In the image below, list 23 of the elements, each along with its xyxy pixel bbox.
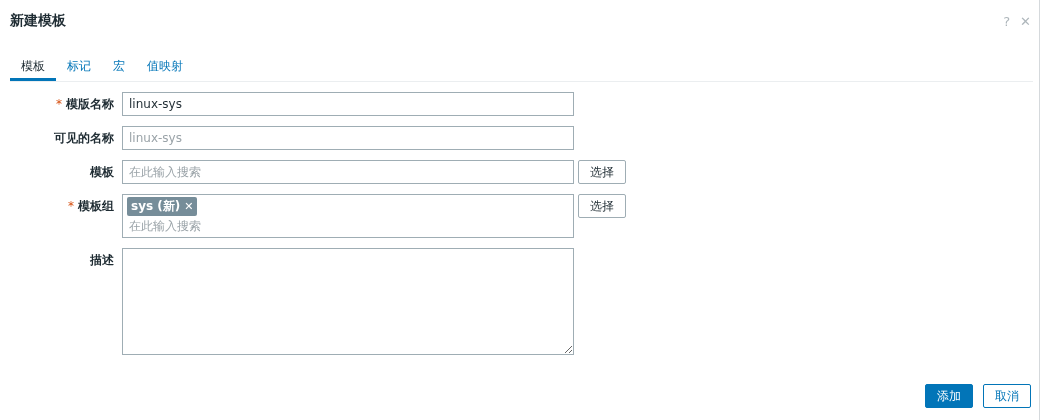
- multiselect-field[interactable]: 在此输入搜索: [122, 160, 574, 184]
- field-label: 描述: [90, 251, 114, 269]
- field-label: 模版名称: [66, 95, 114, 113]
- field-label: 可见的名称: [54, 129, 114, 147]
- required-asterisk-icon: *: [68, 199, 74, 213]
- field-label: 模板: [90, 163, 114, 181]
- required-asterisk-icon: *: [56, 97, 62, 111]
- tab[interactable]: 标记: [56, 55, 102, 81]
- select-button[interactable]: 选择: [578, 160, 626, 184]
- add-button[interactable]: 添加: [925, 384, 973, 408]
- tag-label: sys (新): [131, 198, 181, 215]
- text-field[interactable]: linux-sys: [122, 126, 574, 150]
- field-label: 模板组: [78, 197, 114, 215]
- cancel-button[interactable]: 取消: [983, 384, 1031, 408]
- text-field[interactable]: linux-sys: [122, 92, 574, 116]
- tab[interactable]: 模板: [10, 55, 56, 81]
- dialog-title: 新建模板: [10, 12, 66, 30]
- description-field[interactable]: [122, 248, 574, 355]
- select-button[interactable]: 选择: [578, 194, 626, 218]
- multiselect-field[interactable]: sys (新) ✕ 在此输入搜索: [122, 194, 574, 238]
- tab[interactable]: 值映射: [136, 55, 194, 81]
- tab[interactable]: 宏: [102, 55, 136, 81]
- remove-tag-button[interactable]: ✕: [184, 200, 194, 213]
